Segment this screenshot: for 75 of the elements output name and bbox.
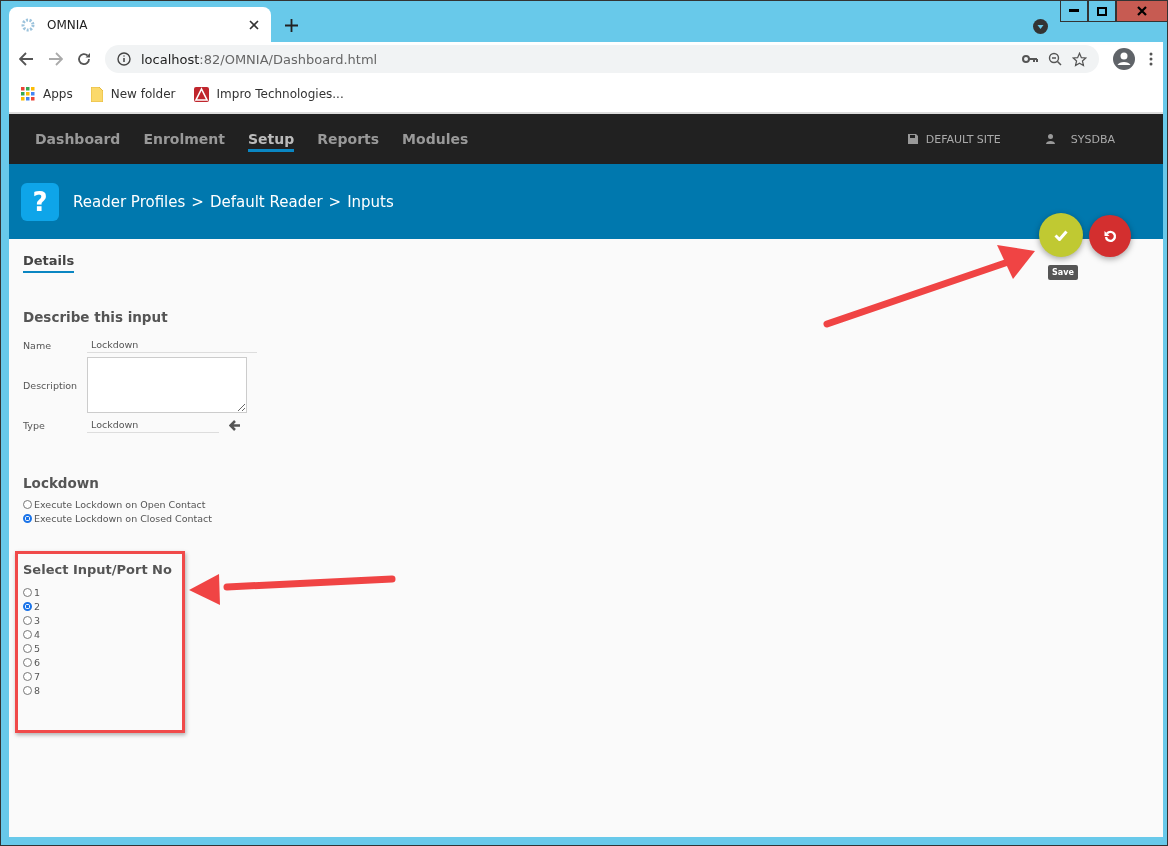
radio-label: Execute Lockdown on Closed Contact [34, 512, 213, 524]
gear-icon [21, 17, 35, 32]
type-field[interactable]: Lockdown [87, 417, 219, 433]
radio-button[interactable] [23, 671, 32, 681]
radio-button[interactable] [23, 587, 32, 597]
reload-button[interactable] [77, 52, 91, 66]
breadcrumb-link[interactable]: Reader Profiles [73, 192, 186, 211]
radio-button[interactable] [23, 643, 32, 653]
maximize-icon [1097, 6, 1107, 16]
folder-icon [90, 86, 103, 102]
save-tooltip: Save [1048, 265, 1078, 280]
user-name[interactable]: SYSDBA [1070, 132, 1115, 146]
radio-label: 1 [34, 586, 41, 598]
radio-label: 2 [34, 600, 41, 612]
radio-button[interactable] [23, 601, 32, 611]
name-field[interactable]: Lockdown [87, 337, 257, 353]
minimize-button[interactable] [1060, 0, 1088, 22]
site-name[interactable]: DEFAULT SITE [925, 132, 1001, 146]
checkmark-icon [1054, 229, 1068, 241]
help-icon: ? [21, 182, 59, 221]
star-icon[interactable] [1072, 51, 1087, 67]
radio-label: 5 [34, 642, 41, 654]
back-button[interactable] [19, 52, 34, 66]
breadcrumb-separator: > [328, 192, 342, 211]
undo-button[interactable] [1089, 215, 1131, 257]
close-icon [1137, 6, 1147, 16]
minimize-icon [1069, 9, 1079, 13]
field-label: Type [23, 419, 46, 431]
info-icon [117, 52, 131, 66]
radio-label: 8 [34, 684, 41, 696]
user-icon [1045, 134, 1055, 144]
radio-label: Execute Lockdown on Open Contact [34, 498, 206, 510]
radio-button[interactable] [23, 499, 32, 509]
radio-label: 4 [34, 628, 41, 640]
radio-button[interactable] [23, 657, 32, 667]
zoom-out-icon[interactable] [1048, 52, 1062, 66]
details-tab[interactable]: Details [23, 253, 75, 273]
site-logo-icon [193, 86, 209, 102]
tab-title: OMNIA [47, 17, 89, 32]
section-heading: Describe this input [23, 309, 169, 325]
radio-button[interactable] [23, 513, 32, 523]
dropdown-icon[interactable] [1033, 19, 1048, 34]
breadcrumb-link[interactable]: Default Reader [209, 192, 323, 211]
undo-icon [1103, 229, 1117, 243]
field-label: Description [23, 379, 79, 391]
bookmark[interactable]: Impro Technologies... [193, 86, 344, 102]
save-button[interactable] [1039, 213, 1083, 257]
profile-avatar-icon[interactable] [1113, 48, 1135, 70]
back-arrow-icon[interactable] [229, 419, 241, 431]
bookmark[interactable]: New folder [90, 86, 176, 102]
apps-grid-icon [21, 87, 35, 101]
radio-button[interactable] [23, 685, 32, 695]
field-label: Name [23, 339, 53, 351]
breadcrumb-separator: > [191, 192, 204, 211]
maximize-button[interactable] [1088, 0, 1116, 22]
radio-label: 6 [34, 656, 41, 668]
section-heading: Lockdown [23, 475, 100, 491]
nav-tab[interactable]: Enrolment [143, 126, 225, 152]
menu-icon[interactable] [1149, 52, 1153, 66]
nav-tab[interactable]: Modules [402, 126, 469, 152]
radio-label: 7 [34, 670, 41, 682]
radio-button[interactable] [23, 615, 32, 625]
breadcrumb-link[interactable]: Inputs [347, 192, 394, 211]
bookmark[interactable]: Apps [21, 87, 73, 101]
key-icon[interactable] [1022, 55, 1038, 63]
radio-label: 3 [34, 614, 41, 626]
nav-tab[interactable]: Setup [248, 126, 295, 152]
nav-tab[interactable]: Dashboard [35, 126, 121, 152]
section-heading: Select Input/Port No [23, 562, 173, 577]
nav-tab[interactable]: Reports [317, 126, 380, 152]
radio-button[interactable] [23, 629, 32, 639]
address-bar[interactable]: localhost:82/OMNIA/Dashboard.html [105, 45, 1099, 73]
browser-tab[interactable]: OMNIA [9, 7, 271, 42]
description-field[interactable] [87, 357, 247, 413]
close-window-button[interactable] [1116, 0, 1168, 22]
